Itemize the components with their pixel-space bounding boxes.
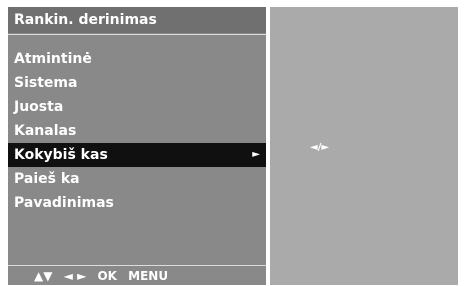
left-right-adjust-icon[interactable]: ◄/► — [310, 142, 329, 153]
osd-window: Rankin. derinimas Atmintinė Sistema Juos… — [8, 7, 458, 285]
menu-item-juosta[interactable]: Juosta — [8, 95, 266, 119]
menu-hint: MENU — [128, 269, 169, 283]
adjust-panel: ◄/► — [270, 7, 458, 285]
menu-item-paieska[interactable]: Paieš ka — [8, 167, 266, 191]
up-down-arrows-icon: ▲▼ — [34, 269, 53, 283]
footer-hints: ▲▼ ◄ ► OK MENU — [8, 266, 266, 285]
menu-list: Atmintinė Sistema Juosta Kanalas Kokybiš… — [8, 47, 266, 215]
submenu-arrow-icon: ► — [252, 149, 260, 160]
menu-item-kanalas[interactable]: Kanalas — [8, 119, 266, 143]
menu-item-atmintine[interactable]: Atmintinė — [8, 47, 266, 71]
title-divider — [8, 34, 266, 35]
left-right-arrows-icon: ◄ ► — [63, 269, 87, 283]
ok-hint: OK — [97, 269, 117, 283]
menu-item-pavadinimas[interactable]: Pavadinimas — [8, 191, 266, 215]
menu-item-kokybiskas[interactable]: Kokybiš kas ► — [8, 143, 266, 167]
menu-item-label: Kokybiš kas — [14, 147, 108, 163]
menu-title: Rankin. derinimas — [8, 7, 266, 33]
menu-panel: Rankin. derinimas Atmintinė Sistema Juos… — [8, 7, 266, 285]
menu-item-sistema[interactable]: Sistema — [8, 71, 266, 95]
